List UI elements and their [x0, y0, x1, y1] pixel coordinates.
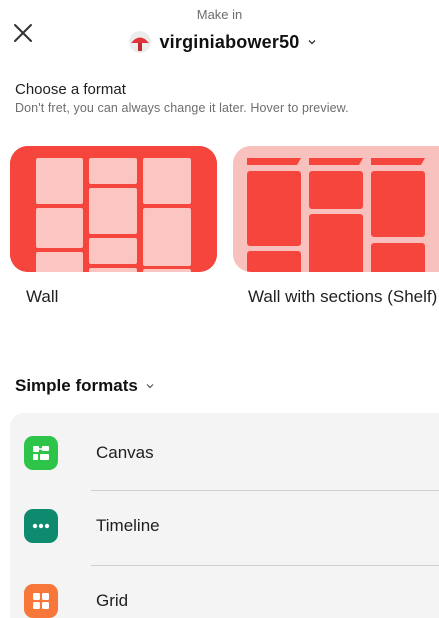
timeline-icon: [24, 509, 58, 543]
choose-format-title: Choose a format: [15, 81, 126, 98]
wall-preview-icon: [10, 146, 217, 272]
account-name: virginiabower50: [159, 31, 300, 52]
list-item-timeline[interactable]: Timeline: [10, 491, 439, 561]
list-item-label: Grid: [96, 591, 129, 610]
make-in-label: Make in: [196, 7, 243, 22]
chevron-down-icon: [308, 40, 315, 45]
avatar-umbrella-icon: [129, 31, 152, 53]
wall-format-label: Wall: [26, 287, 59, 306]
avatar: [129, 31, 152, 53]
account-switcher[interactable]: virginiabower50: [0, 31, 439, 53]
shelf-format-label: Wall with sections (Shelf): [248, 287, 438, 306]
canvas-icon: [24, 436, 58, 470]
simple-formats-list: Canvas Timeline Grid: [10, 413, 439, 618]
simple-formats-toggle[interactable]: Simple formats: [15, 376, 156, 396]
list-item-canvas[interactable]: Canvas: [10, 418, 439, 488]
list-item-label: Timeline: [96, 516, 160, 535]
chevron-down-icon: [146, 384, 154, 389]
list-item-label: Canvas: [96, 443, 154, 462]
wall-format-card[interactable]: [10, 146, 217, 272]
simple-formats-title: Simple formats: [15, 376, 138, 395]
shelf-format-card[interactable]: [233, 146, 439, 272]
list-item-grid[interactable]: Grid: [10, 566, 439, 618]
choose-format-subtitle: Don't fret, you can always change it lat…: [15, 101, 349, 115]
shelf-preview-icon: [233, 146, 439, 272]
grid-icon: [24, 584, 58, 618]
